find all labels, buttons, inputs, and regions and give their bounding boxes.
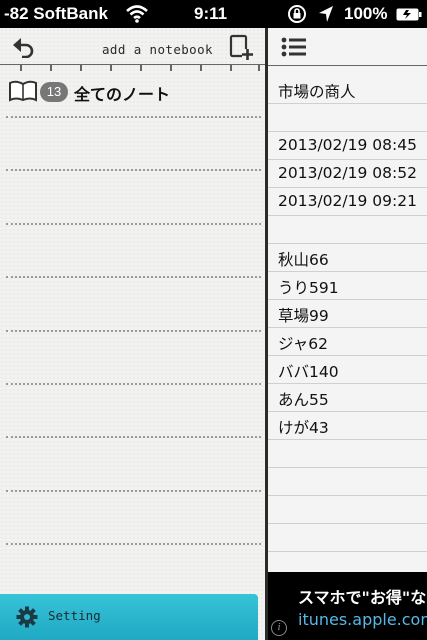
ruler-divider	[0, 64, 265, 74]
rule-line	[268, 215, 427, 216]
rule-line	[268, 327, 427, 328]
add-notebook-label[interactable]: add a notebook	[102, 42, 213, 57]
note-line: 2013/02/19 08:52	[278, 164, 417, 182]
rule-line	[268, 159, 427, 160]
rule-line	[268, 271, 427, 272]
wifi-icon	[126, 5, 148, 23]
note-line: けが43	[278, 419, 329, 437]
rule-line	[268, 243, 427, 244]
setting-label: Setting	[48, 608, 101, 623]
note-count-badge: 13	[40, 82, 68, 102]
carrier-label: -82 SoftBank	[4, 4, 108, 23]
ad-banner[interactable]: スマホで"お得"な itunes.apple.com i	[268, 572, 427, 640]
gear-icon	[16, 606, 38, 628]
preview-header-line	[268, 65, 427, 66]
note-line: 2013/02/19 08:45	[278, 136, 417, 154]
setting-button[interactable]: Setting	[0, 594, 258, 640]
all-notes-label: 全てのノート	[74, 85, 171, 104]
note-line: ババ140	[278, 363, 339, 381]
rule-line	[268, 131, 427, 132]
notebook-pane: add a notebook 13 全てのノート Setting	[0, 28, 265, 640]
battery-percent: 100%	[344, 4, 388, 23]
note-line: あん55	[278, 391, 329, 409]
ad-title: スマホで"お得"な	[298, 588, 427, 607]
rule-line	[268, 383, 427, 384]
battery-icon	[396, 8, 422, 21]
dotted-separator	[6, 490, 261, 492]
rule-line	[268, 103, 427, 104]
note-line: ジャ62	[278, 335, 328, 353]
book-icon	[9, 80, 37, 102]
note-line: うり591	[278, 279, 339, 297]
back-arrow-icon[interactable]	[12, 36, 36, 58]
rule-line	[268, 467, 427, 468]
note-line: 2013/02/19 09:21	[278, 192, 417, 210]
dotted-separator	[6, 436, 261, 438]
ad-url: itunes.apple.com	[298, 610, 427, 629]
note-title-line: 市場の商人	[278, 83, 356, 101]
note-line: 秋山66	[278, 251, 329, 269]
notebook-toolbar: add a notebook	[0, 28, 265, 66]
dotted-separator	[6, 330, 261, 332]
note-line: 草場99	[278, 307, 329, 325]
rule-line	[268, 439, 427, 440]
dotted-separator	[6, 383, 261, 385]
preview-toolbar	[268, 28, 427, 66]
rule-line	[268, 187, 427, 188]
rule-line	[268, 299, 427, 300]
rule-line	[268, 523, 427, 524]
dotted-separator	[6, 169, 261, 171]
dotted-separator	[6, 543, 261, 545]
rule-line	[268, 495, 427, 496]
rotation-lock-icon	[288, 5, 306, 23]
dotted-separator	[6, 116, 261, 118]
rule-line	[268, 411, 427, 412]
status-bar: -82 SoftBank 9:11 100%	[0, 0, 427, 28]
dotted-separator	[6, 223, 261, 225]
location-arrow-icon	[319, 6, 333, 22]
all-notes-item[interactable]: 13 全てのノート	[0, 76, 265, 110]
list-icon[interactable]	[281, 36, 307, 58]
add-notebook-icon[interactable]	[228, 34, 254, 62]
note-preview-pane[interactable]: 市場の商人 2013/02/19 08:45 2013/02/19 08:52 …	[268, 28, 427, 640]
info-icon[interactable]: i	[271, 620, 287, 636]
dotted-separator	[6, 276, 261, 278]
rule-line	[268, 355, 427, 356]
clock: 9:11	[194, 4, 228, 23]
rule-line	[268, 551, 427, 552]
